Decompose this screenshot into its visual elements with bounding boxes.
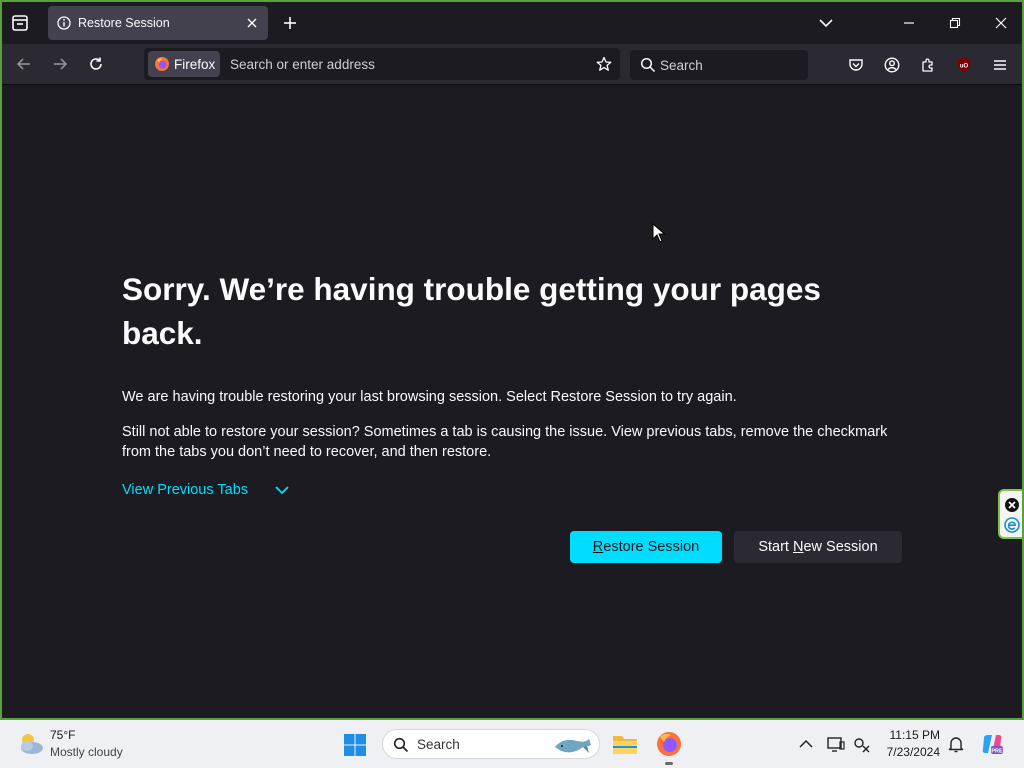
taskbar-search-label: Search [417,737,460,752]
clock-time[interactable]: 11:15 PM [862,728,940,742]
extensions-button[interactable] [916,53,940,77]
windows-start-icon[interactable] [338,728,372,762]
copilot-icon[interactable]: PRE [980,732,1004,756]
chevron-up-icon[interactable] [796,734,816,754]
firefox-taskbar-icon[interactable] [655,730,683,758]
search-icon [640,57,656,73]
back-arrow-icon [16,58,30,70]
navigation-toolbar: Firefox Search or enter address Search u… [2,44,1022,85]
edge-e-icon[interactable] [1004,517,1020,533]
close-circle-icon[interactable] [1004,497,1020,513]
display-icon[interactable] [826,734,846,754]
tab-title: Restore Session [78,16,170,30]
new-tab-button[interactable] [280,13,300,33]
list-all-tabs-button[interactable] [8,11,32,35]
restore-icon [949,17,961,29]
identity-label: Firefox [174,56,216,72]
weather-temp[interactable]: 75°F [50,728,75,742]
weather-condition[interactable]: Mostly cloudy [50,745,123,759]
account-icon [884,57,900,73]
chevron-down-icon [275,486,289,495]
plus-icon [284,17,296,29]
pocket-button[interactable] [844,53,868,77]
search-input[interactable] [660,56,800,74]
pocket-icon [849,59,863,71]
reload-button[interactable] [82,52,110,76]
file-explorer-icon[interactable] [611,730,639,758]
restore-session-button[interactable]: Restore Session [570,531,722,563]
search-icon [393,737,409,753]
taskbar: 75°F Mostly cloudy Search 11:15 PM 7/23/… [0,720,1024,768]
forward-arrow-icon [54,58,68,70]
tab-restore-session[interactable]: Restore Session [48,6,268,40]
start-new-session-label-end: ew Session [803,539,878,555]
restore-mnemonic: R [592,539,604,555]
hamburger-menu-icon [994,60,1006,70]
minimize-button[interactable] [886,10,932,36]
weather-cloud-icon[interactable] [16,730,46,758]
view-previous-tabs-label: View Previous Tabs [122,482,249,498]
page-content: Sorry. We’re having trouble getting your… [2,85,1022,718]
close-icon [247,18,257,28]
list-all-tabs-icon [12,15,28,31]
start-new-session-label-mnemonic: N [793,539,804,555]
restore-rest: estore Session [603,539,700,555]
reload-icon [90,57,102,70]
browser-window: Restore Session Firefox Search or enter … [2,2,1022,718]
bell-icon[interactable] [946,734,966,754]
forward-button[interactable] [46,52,74,76]
url-input[interactable] [230,54,570,74]
tab-close-button[interactable] [244,15,260,31]
chevron-down-icon [819,19,833,28]
svg-text:uO: uO [960,64,969,70]
close-icon [995,17,1007,29]
minimize-icon [904,22,914,24]
back-button[interactable] [10,52,38,76]
star-icon [596,56,612,71]
taskbar-search[interactable]: Search [382,729,600,759]
info-icon [57,16,71,30]
ublock-origin-button[interactable]: uO [952,53,976,77]
side-widget[interactable] [998,489,1022,539]
description-paragraph: We are having trouble restoring your las… [122,389,737,405]
ublock-origin-icon: uO [957,57,971,73]
address-bar[interactable]: Firefox [144,48,620,80]
view-previous-tabs-toggle[interactable]: View Previous Tabs [122,482,290,498]
restore-window-button[interactable] [932,10,978,36]
running-indicator [665,762,673,765]
start-new-session-label-start: Start [758,539,793,555]
svg-text:PRE: PRE [991,749,1003,755]
close-window-button[interactable] [978,10,1022,36]
search-bar[interactable] [630,50,808,80]
mouse-cursor-icon [652,223,666,243]
tab-overflow-button[interactable] [816,13,836,33]
identity-box[interactable]: Firefox [148,51,220,77]
bookmark-star-button[interactable] [594,54,614,74]
account-button[interactable] [880,53,904,77]
app-menu-button[interactable] [988,53,1012,77]
page-title: Sorry. We’re having trouble getting your… [122,271,821,351]
help-paragraph: Still not able to restore your session? … [122,424,888,460]
extensions-icon [922,58,933,72]
start-new-session-button[interactable]: Start New Session [734,531,902,563]
clock-date[interactable]: 7/23/2024 [862,745,940,759]
firefox-icon [155,57,169,71]
tab-strip: Restore Session [2,2,1022,44]
whale-illustration-icon [555,739,591,753]
